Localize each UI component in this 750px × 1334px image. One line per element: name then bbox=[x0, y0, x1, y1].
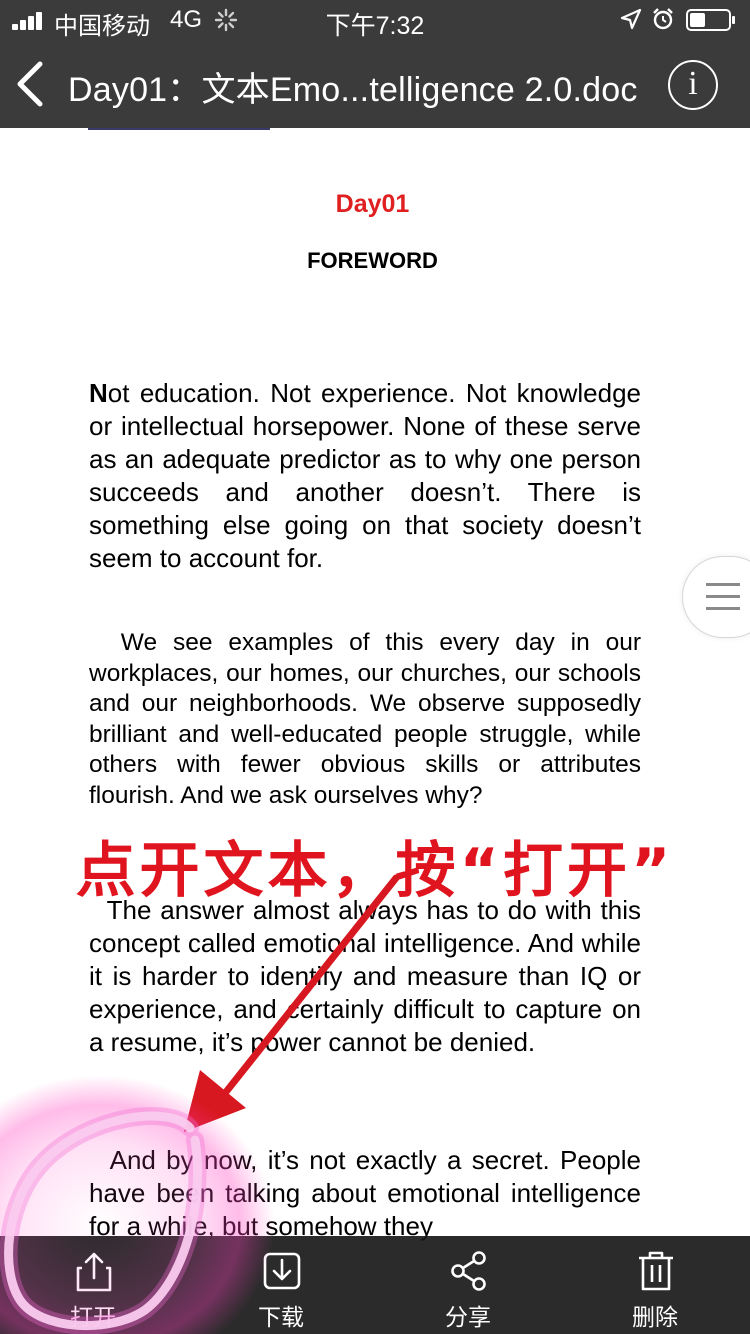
document-paragraph: The answer almost always has to do with … bbox=[89, 894, 641, 1059]
document-day-heading: Day01 bbox=[335, 190, 410, 218]
info-button[interactable]: i bbox=[668, 60, 718, 110]
download-button[interactable]: 下载 bbox=[226, 1236, 336, 1334]
document-title: Day01：文本Emo...telligence 2.0.doc bbox=[68, 71, 638, 109]
document-paragraph: We see examples of this every day in our… bbox=[89, 628, 641, 812]
share-nodes-icon bbox=[451, 1251, 486, 1291]
location-arrow-icon bbox=[620, 8, 642, 30]
delete-button-label: 删除 bbox=[632, 1304, 678, 1330]
page-top-edge bbox=[88, 128, 270, 130]
alarm-clock-icon bbox=[653, 8, 673, 30]
download-button-label: 下载 bbox=[258, 1304, 304, 1330]
paragraph-text: And by now, it’s not exactly a secret. P… bbox=[89, 1145, 642, 1241]
document-section-heading: FOREWORD bbox=[307, 248, 438, 273]
menu-line bbox=[706, 595, 740, 598]
document-paragraph: Not education. Not experience. Not knowl… bbox=[89, 377, 641, 575]
back-chevron-icon[interactable] bbox=[12, 60, 52, 108]
open-button[interactable]: 打开 bbox=[38, 1236, 148, 1334]
open-button-label: 打开 bbox=[70, 1304, 116, 1330]
share-button-label: 分享 bbox=[445, 1304, 491, 1330]
menu-lines-icon bbox=[706, 583, 740, 586]
trash-icon bbox=[639, 1251, 673, 1291]
instruction-annotation: 点开文本，按“打开” bbox=[75, 836, 675, 906]
bottom-toolbar: 打开 下载 分享 删除 bbox=[0, 1236, 750, 1334]
share-button[interactable]: 分享 bbox=[413, 1236, 523, 1334]
floating-menu-button[interactable] bbox=[682, 556, 750, 638]
download-icon bbox=[263, 1252, 301, 1290]
paragraph-text: The answer almost always has to do with … bbox=[89, 895, 641, 1057]
battery-icon bbox=[686, 9, 735, 31]
navigation-bar: Day01：文本Emo...telligence 2.0.doc i bbox=[0, 40, 750, 128]
paragraph-text: ot education. Not experience. Not knowle… bbox=[89, 378, 641, 573]
status-bar: 中国移动 4G 下午7:32 bbox=[0, 0, 750, 40]
document-paragraph: And by now, it’s not exactly a secret. P… bbox=[89, 1144, 641, 1243]
delete-button[interactable]: 删除 bbox=[600, 1236, 710, 1334]
share-out-icon bbox=[76, 1252, 112, 1292]
paragraph-text: We see examples of this every day in our… bbox=[89, 629, 641, 809]
paragraph-initial: N bbox=[89, 378, 108, 408]
menu-line bbox=[706, 607, 740, 610]
